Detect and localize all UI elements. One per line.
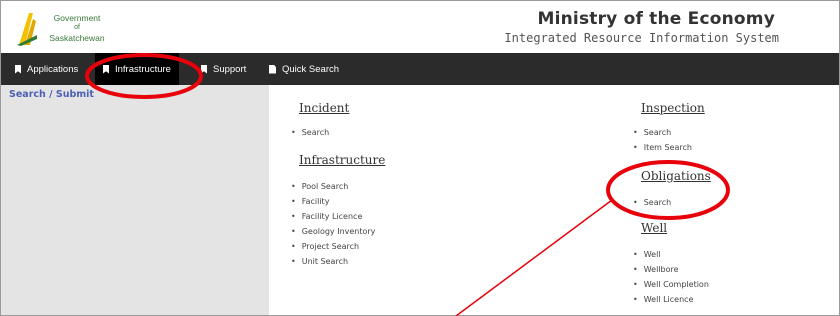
list-item[interactable]: Unit Search <box>291 254 375 269</box>
list-item[interactable]: Well <box>633 247 709 262</box>
document-icon <box>269 64 276 74</box>
logo-text: Government of Saskatchewan <box>39 13 115 43</box>
pool-search-link[interactable]: Pool Search <box>302 182 349 191</box>
nav-applications-label: Applications <box>27 63 79 75</box>
list-item[interactable]: Search <box>291 125 329 140</box>
wellbore-link[interactable]: Wellbore <box>644 265 679 274</box>
wheat-logo-icon <box>17 13 37 46</box>
inspection-heading: Inspection <box>641 101 705 115</box>
sidebar: Search / Submit <box>1 85 269 315</box>
incident-heading: Incident <box>299 101 350 115</box>
sidebar-search-submit-link[interactable]: Search / Submit <box>9 89 94 100</box>
list-item[interactable]: Facility <box>291 194 375 209</box>
list-item[interactable]: Facility Licence <box>291 209 375 224</box>
facility-link[interactable]: Facility <box>302 197 330 206</box>
facility-licence-link[interactable]: Facility Licence <box>302 212 363 221</box>
well-list: Well Wellbore Well Completion Well Licen… <box>633 247 709 307</box>
nav-applications[interactable]: Applications <box>15 53 78 85</box>
obligations-heading: Obligations <box>641 169 711 183</box>
ministry-title: Ministry of the Economy <box>537 9 775 29</box>
bookmark-icon <box>15 64 21 74</box>
bookmark-icon <box>103 64 109 74</box>
inspection-list: Search Item Search <box>633 125 692 155</box>
bookmark-icon <box>201 64 207 74</box>
nav-infrastructure[interactable]: Infrastructure <box>95 53 179 85</box>
incident-search-link[interactable]: Search <box>302 128 329 137</box>
list-item[interactable]: Geology Inventory <box>291 224 376 239</box>
list-item[interactable]: Well Licence <box>633 292 709 307</box>
nav-infrastructure-label: Infrastructure <box>115 63 171 75</box>
incident-list: Search <box>291 125 329 140</box>
nav-support[interactable]: Support <box>201 53 246 85</box>
project-search-link[interactable]: Project Search <box>302 242 359 251</box>
well-licence-link[interactable]: Well Licence <box>644 295 694 304</box>
well-link[interactable]: Well <box>644 250 661 259</box>
main-navbar: Applications Infrastructure Support Quic… <box>1 53 839 85</box>
well-completion-link[interactable]: Well Completion <box>644 280 709 289</box>
list-item[interactable]: Project Search <box>291 239 375 254</box>
list-item[interactable]: Search <box>633 195 671 210</box>
logo-line-3: Saskatchewan <box>49 33 105 43</box>
item-search-link[interactable]: Item Search <box>644 143 692 152</box>
geology-inventory-link[interactable]: Geology Inventory <box>302 227 376 236</box>
government-logo[interactable]: Government of Saskatchewan <box>15 9 135 49</box>
list-item[interactable]: Well Completion <box>633 277 709 292</box>
well-heading: Well <box>641 221 668 235</box>
list-item[interactable]: Wellbore <box>633 262 709 277</box>
system-subtitle: Integrated Resource Information System <box>504 31 779 45</box>
nav-support-label: Support <box>213 63 247 75</box>
nav-quick-search-label: Quick Search <box>282 63 340 75</box>
obligations-search-link[interactable]: Search <box>644 198 671 207</box>
list-item[interactable]: Pool Search <box>291 179 375 194</box>
app-frame: Government of Saskatchewan Ministry of t… <box>0 0 840 316</box>
unit-search-link[interactable]: Unit Search <box>302 257 348 266</box>
infrastructure-heading: Infrastructure <box>299 153 386 167</box>
logo-line-1: Government <box>53 13 101 23</box>
nav-quick-search[interactable]: Quick Search <box>269 53 339 85</box>
logo-line-2: of <box>74 24 80 31</box>
inspection-search-link[interactable]: Search <box>644 128 671 137</box>
header: Government of Saskatchewan Ministry of t… <box>1 1 839 53</box>
obligations-list: Search <box>633 195 671 210</box>
list-item[interactable]: Item Search <box>633 140 692 155</box>
infrastructure-list: Pool Search Facility Facility Licence Ge… <box>291 179 376 269</box>
list-item[interactable]: Search <box>633 125 692 140</box>
